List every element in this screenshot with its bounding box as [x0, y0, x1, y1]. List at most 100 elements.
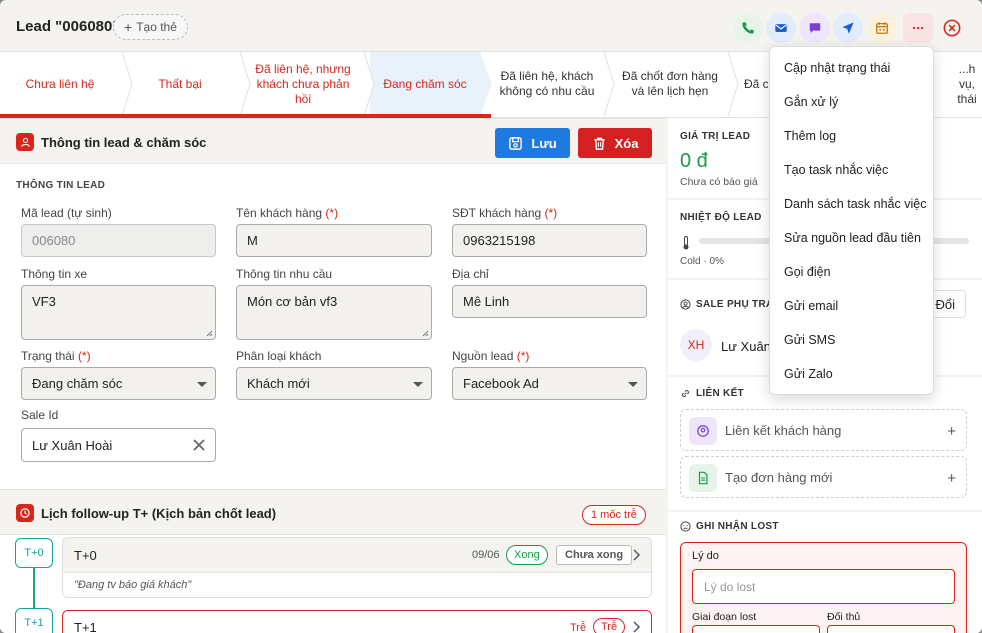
sale-id-value: Lư Xuân Hoài [32, 437, 113, 453]
status-select[interactable]: Đang chăm sóc [21, 367, 216, 400]
close-icon[interactable] [937, 13, 967, 43]
customer-type-value: Khách mới [247, 376, 310, 391]
avatar: XH [680, 329, 712, 361]
menu-item-create-task[interactable]: Tạo task nhắc việc [784, 163, 888, 177]
chevron-right-icon[interactable] [631, 549, 641, 561]
phone-icon[interactable] [733, 13, 763, 43]
resize-handle-icon[interactable] [206, 330, 213, 337]
save-button[interactable]: Lưu [495, 128, 570, 158]
create-order-label: Tạo đơn hàng mới [725, 470, 833, 485]
sale-id-field[interactable]: Lư Xuân Hoài [21, 428, 216, 462]
need-info-label: Thông tin nhu cầu [236, 267, 333, 281]
stage-separator [363, 52, 375, 116]
create-order-button[interactable]: Tạo đơn hàng mới + [680, 456, 967, 498]
menu-item-zalo[interactable]: Gửi Zalo [784, 367, 833, 381]
menu-item-edit-source[interactable]: Sửa nguồn lead đầu tiên [784, 231, 921, 245]
stage-item[interactable]: ...h vụ, thái [934, 52, 982, 116]
lead-info-subtitle: THÔNG TIN LEAD [16, 180, 106, 191]
late-label: Trễ [570, 622, 587, 633]
stage-item[interactable]: Đã liên hệ, khách không có nhu cầu [496, 52, 598, 116]
timeline-connector [33, 568, 35, 608]
lead-value-label: GIÁ TRỊ LEAD [680, 131, 751, 142]
competitor-input[interactable] [827, 625, 955, 633]
car-info-label: Thông tin xe [21, 267, 88, 281]
more-icon[interactable] [903, 13, 933, 43]
sale-name: Lư Xuân [721, 339, 771, 354]
sale-id-label: Sale Id [21, 408, 59, 422]
clear-icon[interactable] [191, 437, 207, 453]
lead-source-select[interactable]: Facebook Ad [452, 367, 647, 400]
menu-item-sms[interactable]: Gửi SMS [784, 333, 835, 347]
sad-face-icon [680, 521, 691, 532]
link-customer-button[interactable]: Liên kết khách hàng + [680, 409, 967, 451]
stage-label: Đã liên hệ, khách không có nhu cầu [499, 69, 595, 98]
stage-item[interactable]: Thất bại [130, 52, 230, 116]
stage-separator [727, 52, 739, 116]
stage-label: Chưa liên hệ [25, 76, 95, 91]
followup-card-header: T+0 09/06 Xong Chưa xong [63, 538, 651, 572]
chevron-down-icon [197, 382, 207, 387]
menu-item-email[interactable]: Gửi email [784, 299, 838, 313]
lost-stage-select[interactable] [692, 625, 820, 633]
stage-item[interactable]: Đã chốt đơn hàng và lên lịch hẹn [618, 52, 722, 116]
links-label: LIÊN KẾT [680, 388, 744, 399]
stage-label: Đã c... và c... [744, 76, 768, 91]
links-card: LIÊN KẾT Liên kết khách hàng + Tạo đơn h… [668, 377, 982, 510]
stage-item[interactable]: Đã liên hệ, nhưng khách chưa phản hồi [252, 52, 354, 116]
customer-type-select[interactable]: Khách mới [236, 367, 432, 400]
section-title: Lịch follow-up T+ (Kịch bản chốt lead) [41, 506, 277, 521]
late-count-badge: 1 mốc trễ [582, 505, 646, 525]
lost-label: GHI NHẬN LOST [680, 521, 779, 532]
need-info-field[interactable]: Món cơ bản vf3 [236, 285, 432, 340]
delete-button[interactable]: Xóa [578, 128, 652, 158]
create-tag-label: Tạo thẻ [136, 20, 177, 34]
menu-item-call[interactable]: Gọi điện [784, 265, 831, 279]
lead-section-header: Thông tin lead & chăm sóc Lưu Xóa [0, 118, 666, 164]
resize-handle-icon[interactable] [422, 330, 429, 337]
need-info-value: Món cơ bản vf3 [247, 294, 338, 309]
done-button[interactable]: Xong [506, 545, 548, 565]
not-done-button[interactable]: Chưa xong [556, 545, 633, 565]
thermometer-icon [683, 236, 689, 250]
menu-item-add-log[interactable]: Thêm log [784, 129, 836, 143]
change-sale-button[interactable]: Đổi [930, 290, 966, 318]
send-icon[interactable] [833, 13, 863, 43]
followup-card-header: T+1 Trễ Trễ [63, 611, 651, 633]
stage-item[interactable]: Chưa liên hệ [0, 52, 120, 116]
create-tag-button[interactable]: + Tạo thẻ [113, 14, 188, 40]
lost-form: Lý do Lý do lost Giai đoạn lost Đối thủ [680, 542, 967, 633]
lost-card: GHI NHẬN LOST Lý do Lý do lost Giai đoạn… [668, 512, 982, 633]
menu-item-assign[interactable]: Gắn xử lý [784, 95, 838, 109]
stage-item-active[interactable]: Đang chăm sóc [370, 52, 480, 116]
mail-icon[interactable] [766, 13, 796, 43]
user-icon [16, 133, 34, 151]
customer-name-label: Tên khách hàng (*) [236, 206, 339, 220]
lead-heat-label: NHIỆT ĐỘ LEAD [680, 212, 762, 223]
menu-item-task-list[interactable]: Danh sách task nhắc việc [784, 197, 926, 211]
followup-step: T+1 [74, 620, 97, 633]
address-field[interactable]: Mê Linh [452, 285, 647, 318]
lead-code-field: 006080 [21, 224, 216, 257]
lost-stage-label: Giai đoạn lost [692, 611, 757, 623]
lost-reason-input[interactable]: Lý do lost [692, 569, 955, 604]
chat-icon[interactable] [800, 13, 830, 43]
followup-step: T+0 [74, 548, 97, 563]
followup-card[interactable]: T+1 Trễ Trễ [62, 610, 652, 633]
stage-item[interactable]: Đã c... và c... [744, 52, 768, 116]
followup-card[interactable]: T+0 09/06 Xong Chưa xong "Đang tv báo gi… [62, 537, 652, 598]
timeline-node: T+0 [15, 538, 53, 568]
customer-name-field[interactable]: M [236, 224, 432, 257]
lost-reason-label: Lý do [692, 550, 719, 562]
phone-field[interactable]: 0963215198 [452, 224, 647, 257]
calendar-icon[interactable] [867, 13, 897, 43]
address-label: Địa chỉ [452, 267, 489, 281]
plus-icon: + [947, 423, 956, 440]
chevron-right-icon[interactable] [631, 621, 641, 633]
chevron-down-icon [628, 382, 638, 387]
page-title: Lead "006080" [16, 18, 120, 35]
car-info-field[interactable]: VF3 [21, 285, 216, 340]
lead-info-panel: Thông tin lead & chăm sóc Lưu Xóa THÔNG … [0, 118, 666, 633]
followup-note: "Đang tv báo giá khách" [63, 572, 651, 597]
link-icon [682, 390, 689, 397]
menu-item-update-status[interactable]: Cập nhật trạng thái [784, 61, 890, 75]
